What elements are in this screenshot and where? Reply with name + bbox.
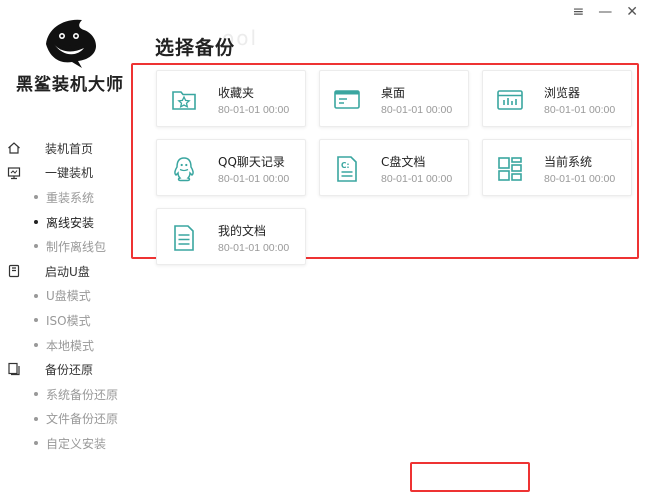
sidebar-item-reinstall-system[interactable]: 重装系统: [0, 185, 140, 210]
backup-card-browser[interactable]: 浏览器 80-01-01 00:00: [482, 70, 632, 127]
browser-icon: [497, 90, 523, 110]
page-title: 选择备份: [155, 37, 236, 59]
app-logo-text: 黑鲨装机大师: [16, 75, 124, 95]
sidebar-item-make-offline-package[interactable]: 制作离线包: [0, 234, 140, 259]
backup-card-date: 80-01-01 00:00: [381, 173, 453, 185]
sidebar-item-system-backup-restore[interactable]: 系统备份还原: [0, 382, 140, 407]
bottom-highlight-frame: [410, 462, 530, 492]
sidebar-item-label: 离线安装: [46, 215, 95, 230]
backup-card-name: QQ聊天记录: [218, 155, 285, 169]
menu-icon[interactable]: ≡: [573, 4, 585, 20]
c-drive-document-icon: C:: [337, 156, 357, 182]
qq-penguin-icon: [174, 157, 194, 182]
sidebar-item-local-mode[interactable]: 本地模式: [0, 333, 140, 358]
bullet-icon: [34, 441, 38, 446]
sidebar-item-label: 重装系统: [46, 190, 95, 205]
bullet-icon: [34, 342, 38, 347]
bullet-icon: [34, 219, 38, 224]
bullet-icon: [34, 293, 38, 298]
sidebar-item-label: 本地模式: [46, 338, 95, 353]
backup-card-name: 浏览器: [544, 86, 581, 100]
sidebar-item-label: 启动U盘: [45, 264, 90, 279]
backup-card-date: 80-01-01 00:00: [218, 173, 290, 185]
backup-card-name: 我的文档: [218, 224, 267, 238]
sidebar-item-one-click-install[interactable]: 一键装机: [0, 161, 140, 186]
backup-card-qq-chat[interactable]: QQ聊天记录 80-01-01 00:00: [156, 139, 306, 196]
document-icon: [174, 225, 194, 251]
sidebar-item-label: 自定义安装: [46, 436, 107, 451]
desktop-icon: [334, 90, 360, 109]
shark-logo-icon: [46, 19, 96, 69]
sidebar-item-label: ISO模式: [46, 313, 91, 328]
backup-card-date: 80-01-01 00:00: [544, 104, 616, 116]
sidebar-nav: 装机首页 一键装机 重装系统 离线安装 制作离线包 启动U盘 U盘模式 ISO模…: [0, 136, 140, 456]
bullet-icon: [34, 391, 38, 396]
usb-drive-icon: [8, 264, 20, 278]
backup-card-name: 当前系统: [544, 155, 593, 169]
sidebar-item-custom-install[interactable]: 自定义安装: [0, 431, 140, 456]
backup-card-name: 收藏夹: [218, 86, 255, 100]
backup-card-favorites[interactable]: 收藏夹 80-01-01 00:00: [156, 70, 306, 127]
backup-card-my-documents[interactable]: 我的文档 80-01-01 00:00: [156, 208, 306, 265]
backup-card-name: C盘文档: [381, 155, 426, 169]
bullet-icon: [34, 318, 38, 323]
current-system-icon: [498, 157, 522, 181]
backup-card-date: 80-01-01 00:00: [218, 104, 290, 116]
sidebar-item-boot-usb[interactable]: 启动U盘: [0, 259, 140, 284]
sidebar-item-backup-restore[interactable]: 备份还原: [0, 357, 140, 382]
window-controls: ≡ — ✕: [573, 4, 638, 20]
sidebar: 黑鲨装机大师 装机首页 一键装机 重装系统 离线安装 制作离线包 启动U盘 U盘…: [0, 0, 140, 476]
svg-text:C:: C:: [341, 161, 350, 170]
backup-card-date: 80-01-01 00:00: [381, 104, 453, 116]
sidebar-item-label: 一键装机: [45, 166, 94, 181]
home-icon: [8, 142, 20, 154]
sidebar-item-offline-install[interactable]: 离线安装: [0, 210, 140, 235]
sidebar-item-label: 制作离线包: [46, 240, 107, 255]
sidebar-item-label: 装机首页: [45, 141, 94, 156]
sidebar-item-label: 备份还原: [45, 363, 94, 378]
backup-card-c-drive-documents[interactable]: C: C盘文档 80-01-01 00:00: [319, 139, 469, 196]
backup-icon: [8, 363, 20, 376]
app-logo: 黑鲨装机大师: [0, 10, 140, 100]
sidebar-item-home[interactable]: 装机首页: [0, 136, 140, 161]
sidebar-item-label: U盘模式: [46, 289, 91, 304]
backup-card-date: 80-01-01 00:00: [544, 173, 616, 185]
backup-card-desktop[interactable]: 桌面 80-01-01 00:00: [319, 70, 469, 127]
sidebar-item-usb-mode[interactable]: U盘模式: [0, 284, 140, 309]
sidebar-item-iso-mode[interactable]: ISO模式: [0, 308, 140, 333]
bullet-icon: [34, 244, 38, 249]
monitor-icon: [7, 166, 21, 179]
favorites-folder-icon: [172, 91, 196, 110]
sidebar-item-file-backup-restore[interactable]: 文件备份还原: [0, 407, 140, 432]
backup-card-current-system[interactable]: 当前系统 80-01-01 00:00: [482, 139, 632, 196]
close-icon[interactable]: ✕: [626, 4, 638, 20]
bullet-icon: [34, 195, 38, 200]
sidebar-item-label: 文件备份还原: [46, 412, 119, 427]
minimize-icon[interactable]: —: [598, 4, 612, 20]
backup-card-name: 桌面: [381, 86, 406, 100]
bullet-icon: [34, 416, 38, 421]
sidebar-item-label: 系统备份还原: [46, 387, 119, 402]
backup-card-date: 80-01-01 00:00: [218, 242, 290, 254]
